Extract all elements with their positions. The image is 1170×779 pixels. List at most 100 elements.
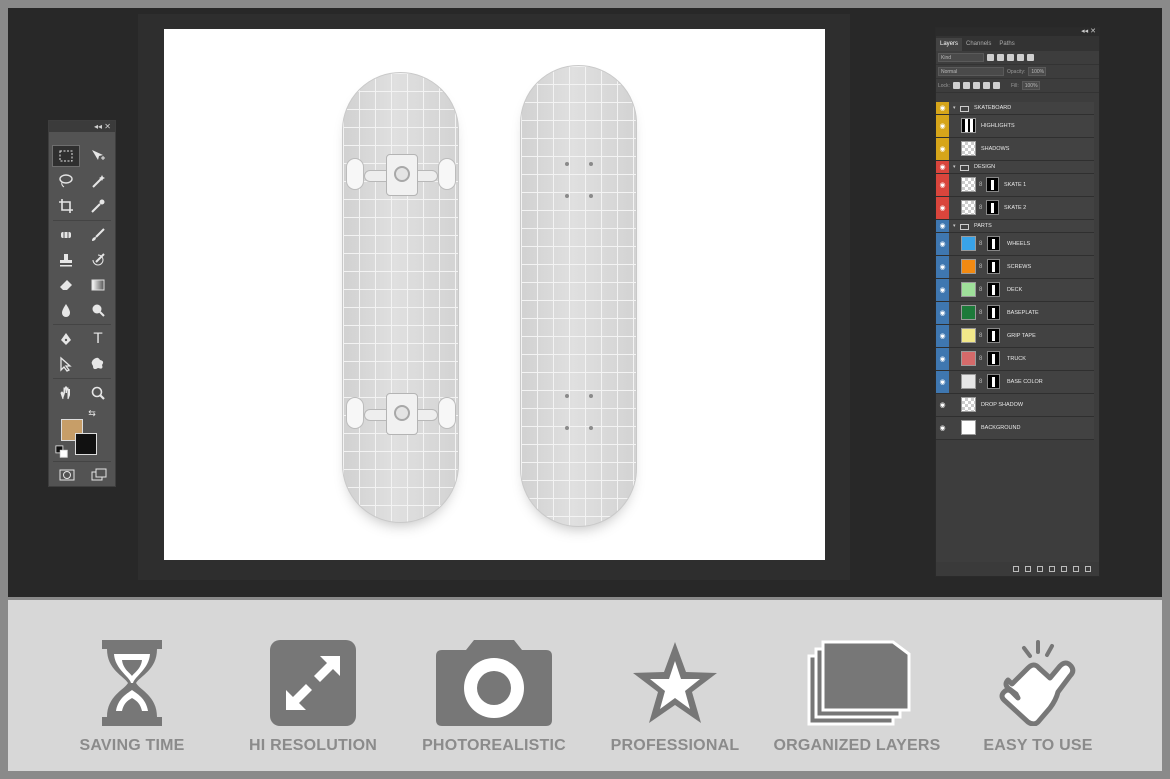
panel-collapse-icon[interactable]: ◂◂ ✕ (936, 28, 1099, 36)
expand-group-icon[interactable]: ▾ (953, 105, 956, 111)
layer-name: GRIP TAPE (1007, 333, 1036, 339)
visibility-eye-icon[interactable]: ◉ (936, 174, 949, 196)
lock-artboard-icon[interactable] (982, 82, 990, 89)
filter-kind-select[interactable]: Kind (938, 53, 984, 62)
layer-row[interactable]: ◉ 8 BASEPLATE (936, 302, 1094, 325)
healing-brush-tool-icon[interactable] (52, 224, 80, 246)
filter-type-icon[interactable] (1007, 54, 1014, 61)
layer-row[interactable]: ◉ HIGHLIGHTS (936, 115, 1094, 138)
path-selection-tool-icon[interactable] (52, 353, 80, 375)
screen-mode-icon[interactable] (85, 464, 113, 486)
layer-group-row[interactable]: ◉ ▾ DESIGN (936, 161, 1094, 174)
visibility-eye-icon[interactable]: ◉ (936, 348, 949, 370)
layer-row[interactable]: ◉ DROP SHADOW (936, 394, 1094, 417)
filter-adjustment-icon[interactable] (997, 54, 1004, 61)
new-group-icon[interactable] (1061, 566, 1067, 572)
visibility-eye-icon[interactable]: ◉ (936, 161, 949, 173)
visibility-eye-icon[interactable]: ◉ (936, 279, 949, 301)
crop-tool-icon[interactable] (52, 195, 80, 217)
lasso-tool-icon[interactable] (52, 170, 80, 192)
visibility-eye-icon[interactable]: ◉ (936, 220, 949, 232)
filter-pixel-icon[interactable] (987, 54, 994, 61)
swap-colors-icon[interactable]: ⇆ (85, 407, 99, 421)
layer-row[interactable]: ◉ 8 WHEELS (936, 233, 1094, 256)
lock-paint-icon[interactable] (962, 82, 970, 89)
link-icon: 8 (979, 333, 983, 339)
opacity-label: Opacity: (1007, 68, 1026, 75)
visibility-eye-icon[interactable]: ◉ (936, 138, 949, 160)
tab-layers[interactable]: Layers (936, 38, 963, 51)
expand-group-icon[interactable]: ▾ (953, 164, 956, 170)
layer-row[interactable]: ◉ 8 GRIP TAPE (936, 325, 1094, 348)
document-canvas[interactable] (164, 29, 825, 560)
link-layers-icon[interactable] (1013, 566, 1019, 572)
new-layer-icon[interactable] (1073, 566, 1079, 572)
opacity-input[interactable]: 100% (1028, 67, 1047, 76)
clone-stamp-tool-icon[interactable] (52, 249, 80, 271)
type-tool-icon[interactable]: T (84, 328, 112, 350)
dodge-tool-icon[interactable] (84, 299, 112, 321)
lock-pixels-icon[interactable] (952, 82, 960, 89)
magic-wand-tool-icon[interactable] (84, 170, 112, 192)
visibility-eye-icon[interactable]: ◉ (936, 394, 949, 416)
layer-group-row[interactable]: ◉ ▾ SKATEBOARD (936, 102, 1094, 115)
visibility-eye-icon[interactable]: ◉ (936, 371, 949, 393)
lock-move-icon[interactable] (972, 82, 980, 89)
skateboard-top-view (520, 65, 637, 527)
adjustment-layer-icon[interactable] (1049, 566, 1055, 572)
expand-group-icon[interactable]: ▾ (953, 223, 956, 229)
features-bar: SAVING TIME HI RESOLUTION PHOTOREALISTIC (8, 600, 1162, 771)
layer-row[interactable]: ◉ 8 BASE COLOR (936, 371, 1094, 394)
layer-mask-thumbnail (987, 236, 1000, 251)
zoom-tool-icon[interactable] (84, 382, 112, 404)
layer-row[interactable]: ◉ 8 TRUCK (936, 348, 1094, 371)
delete-layer-icon[interactable] (1085, 566, 1091, 572)
hand-tool-icon[interactable] (52, 382, 80, 404)
layers-panel: ◂◂ ✕ Layers Channels Paths Kind Normal O… (935, 27, 1100, 577)
brush-tool-icon[interactable] (84, 224, 112, 246)
blur-tool-icon[interactable] (52, 299, 80, 321)
pen-tool-icon[interactable] (52, 328, 80, 350)
default-colors-icon[interactable] (55, 445, 69, 459)
feature-label: PROFESSIONAL (610, 737, 740, 754)
visibility-eye-icon[interactable]: ◉ (936, 325, 949, 347)
layer-group-row[interactable]: ◉ ▾ PARTS (936, 220, 1094, 233)
visibility-eye-icon[interactable]: ◉ (936, 197, 949, 219)
layer-row[interactable]: ◉ BACKGROUND (936, 417, 1094, 440)
eraser-tool-icon[interactable] (52, 274, 80, 296)
visibility-eye-icon[interactable]: ◉ (936, 233, 949, 255)
filter-smart-object-icon[interactable] (1027, 54, 1034, 61)
visibility-eye-icon[interactable]: ◉ (936, 302, 949, 324)
quick-mask-icon[interactable] (53, 464, 81, 486)
background-color-swatch[interactable] (75, 433, 97, 455)
layer-row[interactable]: ◉ SHADOWS (936, 138, 1094, 161)
tools-panel-header[interactable]: ◂◂ ✕ (49, 121, 115, 132)
layer-row[interactable]: ◉ 8 SKATE 1 (936, 174, 1094, 197)
marquee-tool-icon[interactable] (52, 145, 80, 167)
visibility-eye-icon[interactable]: ◉ (936, 256, 949, 278)
layer-row[interactable]: ◉ 8 SKATE 2 (936, 197, 1094, 220)
add-mask-icon[interactable] (1037, 566, 1043, 572)
layer-thumbnail (961, 141, 976, 156)
filter-shape-icon[interactable] (1017, 54, 1024, 61)
shape-tool-icon[interactable] (84, 353, 112, 375)
visibility-eye-icon[interactable]: ◉ (936, 417, 949, 439)
tools-panel: ◂◂ ✕ T ⇆ (48, 120, 116, 487)
feature-easy-to-use: EASY TO USE (943, 600, 1133, 771)
layer-style-icon[interactable] (1025, 566, 1031, 572)
blend-mode-select[interactable]: Normal (938, 67, 1004, 76)
tab-channels[interactable]: Channels (962, 38, 995, 51)
expand-icon (270, 640, 356, 726)
layer-row[interactable]: ◉ 8 SCREWS (936, 256, 1094, 279)
fill-input[interactable]: 100% (1021, 81, 1040, 90)
gradient-tool-icon[interactable] (84, 274, 112, 296)
lock-all-icon[interactable] (992, 82, 1000, 89)
eyedropper-tool-icon[interactable] (84, 195, 112, 217)
move-tool-icon[interactable] (84, 145, 112, 167)
layer-row[interactable]: ◉ 8 DECK (936, 279, 1094, 302)
layer-thumbnail (961, 200, 976, 215)
visibility-eye-icon[interactable]: ◉ (936, 102, 949, 114)
visibility-eye-icon[interactable]: ◉ (936, 115, 949, 137)
tab-paths[interactable]: Paths (995, 38, 1018, 51)
history-brush-tool-icon[interactable] (84, 249, 112, 271)
